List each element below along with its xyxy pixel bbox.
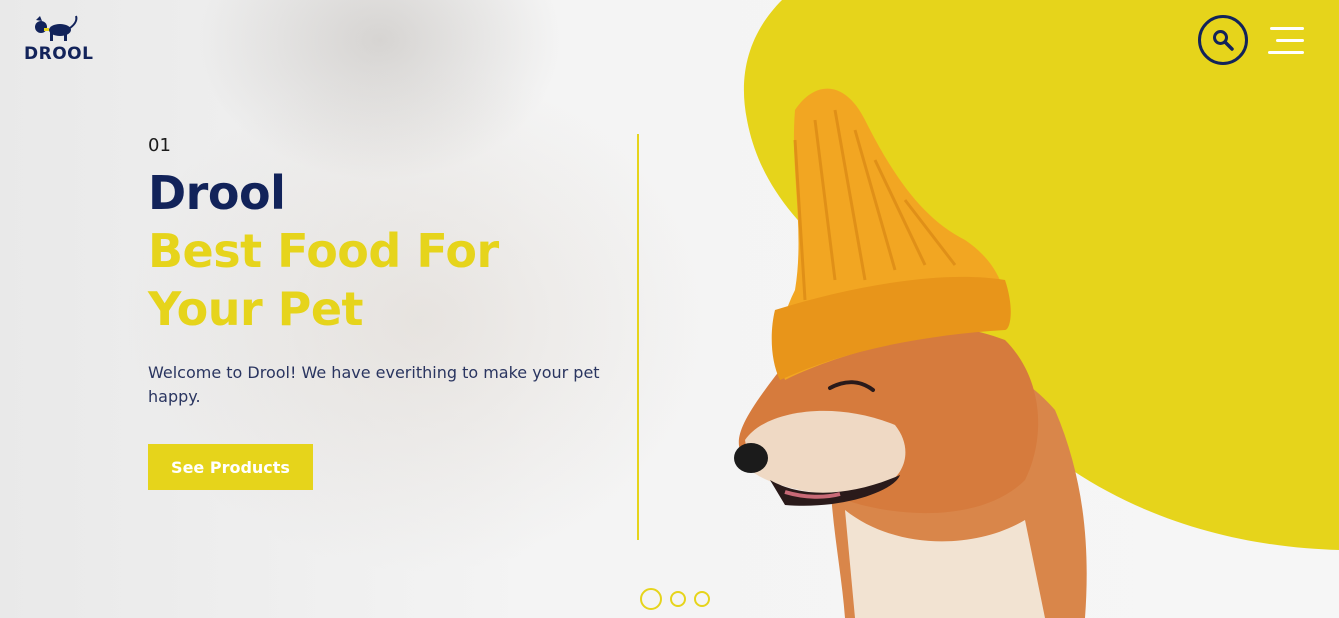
slider-dot-2[interactable] <box>670 591 686 607</box>
slider-dot-1-active[interactable] <box>640 588 662 610</box>
slider-pagination <box>640 588 710 610</box>
search-icon <box>1213 30 1234 51</box>
see-products-button[interactable]: See Products <box>148 444 313 490</box>
hamburger-menu-button[interactable] <box>1266 27 1304 57</box>
hero-description: Welcome to Drool! We have everithing to … <box>148 363 600 406</box>
menu-line <box>1276 39 1304 42</box>
logo-wordmark: DROOL <box>24 44 94 64</box>
menu-line <box>1268 51 1304 54</box>
slider-dot-3[interactable] <box>694 591 710 607</box>
hero-tagline-heading: Best Food For Your Pet <box>148 224 499 336</box>
vertical-divider <box>637 134 639 540</box>
menu-line <box>1270 27 1304 30</box>
dog-in-beanie-image <box>734 88 1087 618</box>
slide-number: 01 <box>148 135 171 156</box>
search-button[interactable] <box>1198 15 1248 65</box>
hero-brand-heading: Drool <box>148 166 286 220</box>
